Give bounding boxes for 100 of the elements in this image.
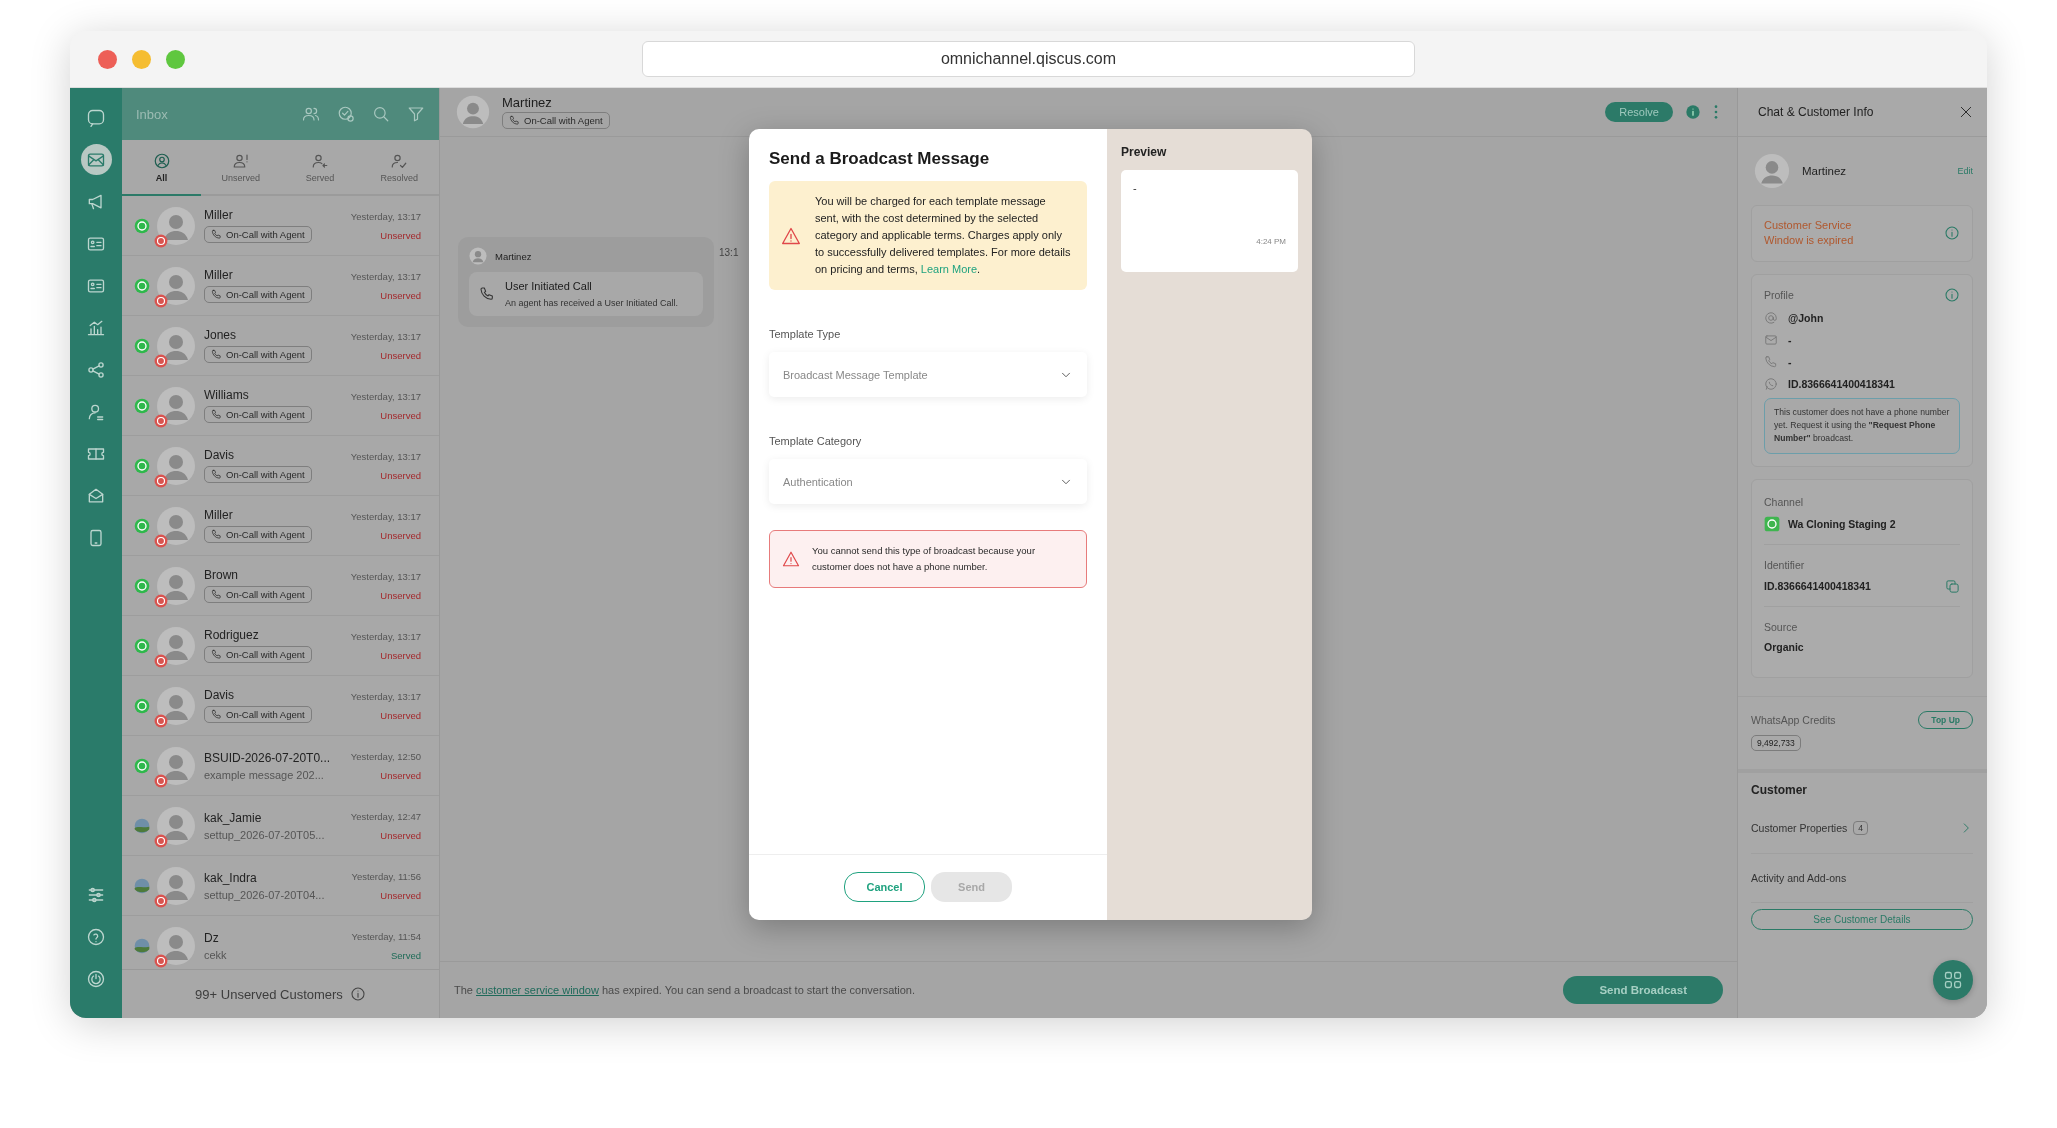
field-label: Source [1764,620,1799,633]
conversation-item[interactable]: Davis On-Call with Agent Yesterday, 13:17 Unserved [122,436,439,496]
profile-value: - [1788,333,1792,346]
filter-tab[interactable]: Served [280,140,360,194]
field-label: Template Category [769,435,863,448]
timestamp: Yesterday, 13:17 [350,270,421,282]
whatsapp-icon [1764,376,1778,391]
call-status-tag: On-Call with Agent [204,286,312,303]
call-status-tag: On-Call with Agent [502,112,610,129]
contact-name: Miller [204,268,233,282]
phone-icon [211,289,222,300]
customer-menu-item[interactable]: Customer Properties 4 [1751,802,1973,854]
conversation-item[interactable]: kak_Jamie settup_2026-07-20T05... Yesterday, 12:47 Unserved [122,796,439,856]
timestamp: Yesterday, 13:17 [350,390,421,402]
conversation-item[interactable]: Miller On-Call with Agent Yesterday, 13:17 Unserved [122,256,439,316]
phone-icon [1764,354,1778,369]
status-label: Unserved [380,829,421,841]
maximize-window-button[interactable] [166,49,185,69]
call-status-tag: On-Call with Agent [204,226,312,243]
phone-icon [211,589,222,600]
conversation-item[interactable]: Brown On-Call with Agent Yesterday, 13:17 Unserved [122,556,439,616]
dropdown-field[interactable]: Broadcast Message Template [769,352,1087,398]
conversation-item[interactable]: Dz cekk Yesterday, 11:54 Served [122,916,439,969]
timestamp: Yesterday, 13:17 [350,510,421,522]
status-label: Unserved [380,289,421,301]
customer-menu-item[interactable]: Activity and Add-ons [1751,853,1973,903]
warning-text: You will be charged for each template message sent, with the cost determined by the selected category and applicable terms. Charges apply only to successfully delivered templates. For more details on pricing and terms, Learn More. [815,194,1071,278]
phone-icon [211,649,222,660]
call-title: User Initiated Call [505,280,593,292]
avatar-icon [156,265,196,306]
avatar-icon [156,805,196,846]
minimize-window-button[interactable] [132,49,151,69]
call-status-tag: On-Call with Agent [204,406,312,423]
avatar-icon [156,445,196,486]
cancel-button[interactable]: Cancel [844,872,925,902]
avatar-icon [156,205,196,246]
preview-title: Preview [1121,145,1168,159]
contact-name: kak_Jamie [204,810,262,825]
credit-balance: 9,492,733 [1751,734,1801,751]
dropdown-field[interactable]: Authentication [769,459,1087,505]
message-preview: settup_2026-07-20T05... [204,828,325,841]
conversation-item[interactable]: Miller On-Call with Agent Yesterday, 13:17 Unserved [122,196,439,256]
conversation-item[interactable]: Rodriguez On-Call with Agent Yesterday, 13:17 Unserved [122,616,439,676]
filter-icon[interactable] [407,105,425,123]
conversation-item[interactable]: kak_Indra settup_2026-07-20T04... Yesterday, 11:56 Unserved [122,856,439,916]
close-window-button[interactable] [98,49,117,69]
search-icon[interactable] [372,105,390,123]
nav-item[interactable] [80,144,112,175]
status-label: Unserved [380,409,421,421]
filter-tab[interactable]: Resolved [359,140,439,194]
field-label: Channel [1764,495,1805,508]
chat-check-icon[interactable] [337,105,355,123]
field-label: Template Type [769,328,842,341]
section-title: Customer [1751,782,1808,797]
avatar-icon [156,685,196,726]
profile-value: @John [1788,311,1824,324]
conversation-item[interactable]: Jones On-Call with Agent Yesterday, 13:17 Unserved [122,316,439,376]
contact-name: BSUID-2026-07-20T0... [204,750,331,765]
info-icon[interactable] [1944,286,1960,303]
count-badge: 4 [1853,820,1869,835]
conversation-item[interactable]: Williams On-Call with Agent Yesterday, 13:17 Unserved [122,376,439,436]
help-icon [86,926,106,947]
send-broadcast-button[interactable]: Send Broadcast [1563,976,1723,1004]
resolve-button[interactable]: Resolve [1605,102,1673,122]
more-options-icon[interactable] [1713,104,1719,120]
avatar-icon [156,625,196,666]
contact-name: Davis [204,688,234,702]
field-value: Wa Cloning Staging 2 [1788,517,1896,530]
avatar-icon [456,95,490,129]
info-icon[interactable] [1944,225,1960,242]
contact-name: Miller [204,208,233,222]
warning-icon [781,225,801,246]
close-icon[interactable] [1959,105,1973,119]
info-icon[interactable] [349,986,366,1002]
conversation-item[interactable]: Miller On-Call with Agent Yesterday, 13:17 Unserved [122,496,439,556]
status-label: Unserved [380,469,421,481]
conversation-item[interactable]: Davis On-Call with Agent Yesterday, 13:17 Unserved [122,676,439,736]
status-label: Unserved [380,589,421,601]
share-nodes-icon [86,359,106,380]
address-bar[interactable]: omnichannel.qiscus.com [642,41,1415,77]
status-label: Unserved [380,649,421,661]
field-value: ID.8366641400418341 [1764,580,1871,593]
contact-name: Brown [204,568,238,582]
field-value: Organic [1764,640,1804,653]
copy-icon[interactable] [1945,578,1960,594]
phone-icon [211,709,222,720]
avatar-icon [156,925,196,966]
conversation-item[interactable]: BSUID-2026-07-20T0... example message 202... Yesterday, 12:50 Unserved [122,736,439,796]
info-icon[interactable] [1685,104,1701,120]
timestamp: Yesterday, 11:56 [351,870,421,882]
status-label: Unserved [380,529,421,541]
filter-tab[interactable]: All [122,140,202,196]
learn-more-link[interactable]: Learn More [920,263,978,276]
timestamp: Yesterday, 11:54 [351,930,421,942]
call-status-tag: On-Call with Agent [204,646,312,663]
filter-tab[interactable]: Unserved [201,140,281,194]
customer-name: Martinez [1802,165,1848,177]
people-icon[interactable] [302,105,320,123]
contact-name: Williams [204,388,249,402]
contact-name: Rodriguez [204,628,259,642]
